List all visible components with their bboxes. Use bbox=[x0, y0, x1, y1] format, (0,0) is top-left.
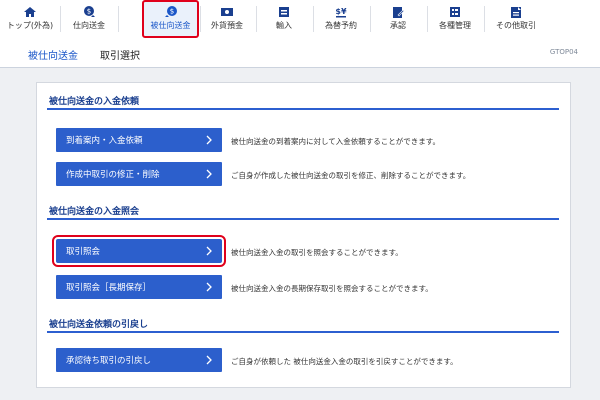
description: 被仕向送金入金の取引を照会することができます。 bbox=[231, 248, 403, 257]
arrival-notice-deposit-request-button[interactable]: 到着案内・入金依頼 bbox=[56, 128, 222, 152]
nav-item-exchange-contract[interactable]: $¥ 為替予約 bbox=[313, 0, 369, 38]
transaction-selection-panel: 被仕向送金の入金依頼 到着案内・入金依頼 被仕向送金の到着案内に対して入金依頼す… bbox=[36, 82, 571, 388]
top-navigation: トップ(外為) $ 仕向送金 $ 被仕向送金 外貨預金 輸入 $¥ 為替予約 承… bbox=[0, 0, 600, 39]
nav-label: その他取引 bbox=[496, 21, 536, 30]
svg-text:$: $ bbox=[87, 8, 91, 16]
nav-item-management[interactable]: 各種管理 bbox=[427, 0, 483, 38]
transaction-inquiry-long-term-button[interactable]: 取引照会［長期保存］ bbox=[56, 275, 222, 299]
button-label: 取引照会［長期保存］ bbox=[66, 283, 152, 293]
button-label: 到着案内・入金依頼 bbox=[66, 136, 143, 146]
section-divider bbox=[47, 218, 559, 220]
section-divider bbox=[47, 331, 559, 333]
nav-label: 輸入 bbox=[276, 21, 292, 30]
button-label: 承認待ち取引の引戻し bbox=[66, 356, 152, 366]
chevron-right-icon bbox=[206, 355, 212, 365]
incoming-remittance-icon: $ bbox=[144, 4, 197, 18]
chevron-right-icon bbox=[206, 135, 212, 145]
home-icon bbox=[2, 4, 58, 18]
nav-item-other-transactions[interactable]: その他取引 bbox=[484, 0, 548, 38]
description: 被仕向送金の到着案内に対して入金依頼することができます。 bbox=[231, 137, 441, 146]
svg-text:$¥: $¥ bbox=[335, 7, 347, 16]
nav-item-outgoing-remittance[interactable]: $ 仕向送金 bbox=[61, 0, 117, 38]
svg-text:$: $ bbox=[169, 8, 173, 16]
nav-label: 仕向送金 bbox=[73, 21, 105, 30]
section-title: 被仕向送金依頼の引戻し bbox=[49, 320, 149, 330]
page-header: 被仕向送金 取引選択 GTOP04 bbox=[0, 38, 600, 68]
nav-label: 被仕向送金 bbox=[150, 21, 191, 30]
nav-label: 為替予約 bbox=[325, 21, 357, 30]
nav-item-foreign-deposit[interactable]: 外貨預金 bbox=[199, 0, 255, 38]
outgoing-remittance-icon: $ bbox=[61, 4, 117, 18]
section-title: 被仕向送金の入金照会 bbox=[49, 207, 140, 217]
description: ご自身が作成した被仕向送金の取引を修正、削除することができます。 bbox=[231, 171, 471, 180]
section-divider bbox=[47, 108, 559, 110]
nav-label: トップ(外為) bbox=[6, 21, 54, 30]
nav-label: 外貨預金 bbox=[211, 21, 243, 30]
nav-label: 承認 bbox=[390, 21, 406, 30]
exchange-contract-icon: $¥ bbox=[313, 4, 369, 18]
management-icon bbox=[427, 4, 483, 18]
other-transaction-icon bbox=[484, 4, 548, 18]
screen-code: GTOP04 bbox=[549, 48, 578, 56]
nav-item-approval[interactable]: 承認 bbox=[370, 0, 426, 38]
button-label: 取引照会 bbox=[66, 247, 101, 257]
foreign-deposit-icon bbox=[199, 4, 255, 18]
nav-item-incoming-remittance[interactable]: $ 被仕向送金 bbox=[142, 0, 199, 38]
description: 被仕向送金入金の長期保存取引を照会することができます。 bbox=[231, 284, 433, 293]
breadcrumb[interactable]: 被仕向送金 bbox=[28, 47, 78, 62]
chevron-right-icon bbox=[206, 282, 212, 292]
description: ご自身が依頼した 被仕向送金入金の取引を引戻すことができます。 bbox=[231, 357, 458, 366]
recall-pending-approval-button[interactable]: 承認待ち取引の引戻し bbox=[56, 348, 222, 372]
page-title: 取引選択 bbox=[100, 51, 140, 62]
nav-item-import[interactable]: 輸入 bbox=[256, 0, 312, 38]
approval-icon bbox=[370, 4, 426, 18]
edit-delete-draft-button[interactable]: 作成中取引の修正・削除 bbox=[56, 162, 222, 186]
chevron-right-icon bbox=[206, 246, 212, 256]
chevron-right-icon bbox=[206, 169, 212, 179]
nav-item-top[interactable]: トップ(外為) bbox=[2, 0, 58, 38]
transaction-inquiry-button[interactable]: 取引照会 bbox=[52, 235, 226, 267]
nav-label: 各種管理 bbox=[439, 21, 471, 30]
divider bbox=[118, 6, 119, 32]
import-icon bbox=[256, 4, 312, 18]
section-title: 被仕向送金の入金依頼 bbox=[49, 97, 140, 107]
button-label: 作成中取引の修正・削除 bbox=[66, 170, 160, 180]
